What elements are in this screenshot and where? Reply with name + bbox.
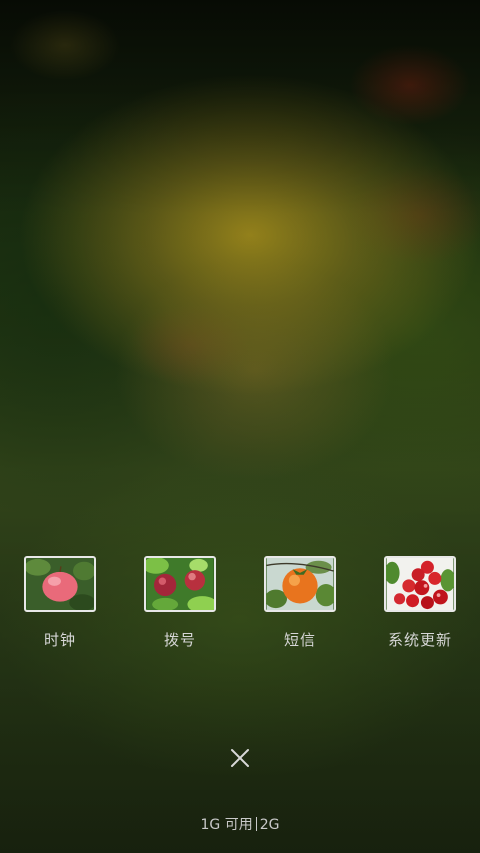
persimmon-icon[interactable] bbox=[264, 556, 336, 612]
recent-app-clock[interactable]: 时钟 bbox=[0, 556, 120, 650]
cherries-icon[interactable] bbox=[384, 556, 456, 612]
apple-icon[interactable] bbox=[24, 556, 96, 612]
app-label: 系统更新 bbox=[387, 631, 452, 649]
app-label: 时钟 bbox=[43, 631, 76, 649]
close-all-button[interactable] bbox=[224, 742, 256, 774]
recent-apps-row: 时钟 拨号 短信 系统更新 bbox=[0, 556, 480, 656]
peaches-icon[interactable] bbox=[144, 556, 216, 612]
memory-total: 2G bbox=[259, 817, 280, 833]
wallpaper-overlay bbox=[0, 0, 480, 853]
recent-app-system-update[interactable]: 系统更新 bbox=[360, 556, 480, 650]
app-label: 短信 bbox=[283, 631, 316, 649]
recent-app-dialer[interactable]: 拨号 bbox=[120, 556, 240, 650]
app-label: 拨号 bbox=[163, 631, 196, 649]
recent-app-messages[interactable]: 短信 bbox=[240, 556, 360, 650]
close-icon bbox=[231, 749, 249, 767]
memory-divider bbox=[255, 817, 257, 831]
memory-available: 1G 可用 bbox=[200, 817, 253, 833]
memory-status: 1G 可用 2G bbox=[0, 815, 480, 835]
